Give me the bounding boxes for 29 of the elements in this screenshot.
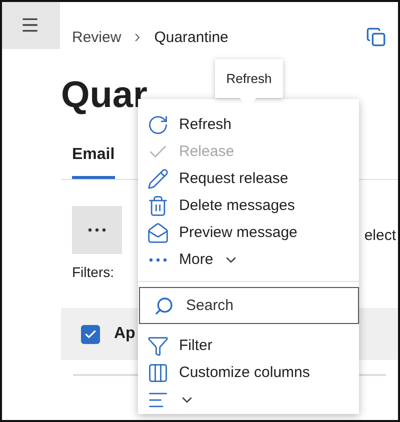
menu-button[interactable] (2, 2, 60, 49)
copy-icon (366, 27, 386, 47)
menu-item[interactable]: Request release (138, 165, 359, 192)
copy-button[interactable] (366, 27, 386, 47)
menu-item-icon (147, 194, 169, 216)
menu-item-icon (149, 258, 167, 262)
menu-item-icon (147, 114, 169, 136)
breadcrumb-item[interactable]: Quarantine (154, 28, 228, 46)
tab[interactable]: Email (72, 136, 115, 179)
menu-item-icon (147, 168, 169, 190)
menu-item[interactable]: Customize columns (138, 359, 359, 386)
row-checkbox[interactable] (81, 324, 100, 344)
selection-count: elect (364, 226, 396, 244)
menu-item-icon (147, 334, 169, 356)
menu-item-icon (147, 222, 169, 244)
filters-label: Filters: (72, 264, 115, 280)
search-field[interactable]: Search (139, 287, 359, 324)
menu-item[interactable]: Preview message (138, 219, 359, 246)
menu-item[interactable]: More (138, 246, 359, 273)
breadcrumb-item[interactable]: Review (72, 28, 122, 46)
search-icon (154, 296, 174, 316)
menu-item[interactable]: Delete messages (138, 192, 359, 219)
menu-item[interactable]: Filter (138, 332, 359, 359)
checkmark-icon (84, 328, 97, 340)
more-icon (88, 228, 106, 232)
tooltip: Refresh (215, 59, 283, 98)
table-cell: Ap (114, 325, 136, 343)
menu-item-icon (147, 362, 169, 384)
search-input[interactable]: Search (184, 296, 338, 315)
